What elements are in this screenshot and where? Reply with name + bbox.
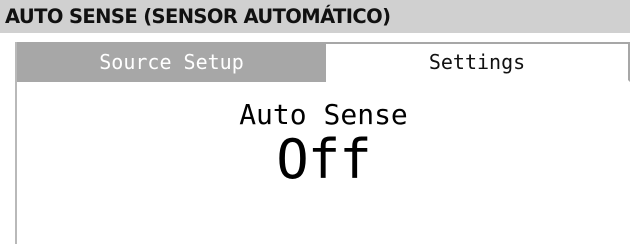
tab-bar: Source Setup Settings — [17, 42, 630, 82]
setting-value[interactable]: Off — [17, 128, 630, 191]
tab-settings[interactable]: Settings — [326, 42, 630, 82]
settings-panel: Auto Sense Off — [17, 82, 630, 244]
setting-label: Auto Sense — [239, 98, 408, 131]
section-title: AUTO SENSE (SENSOR AUTOMÁTICO) — [0, 0, 630, 33]
tab-source-setup[interactable]: Source Setup — [17, 42, 326, 82]
device-screen: Source Setup Settings Auto Sense Off — [15, 42, 630, 244]
